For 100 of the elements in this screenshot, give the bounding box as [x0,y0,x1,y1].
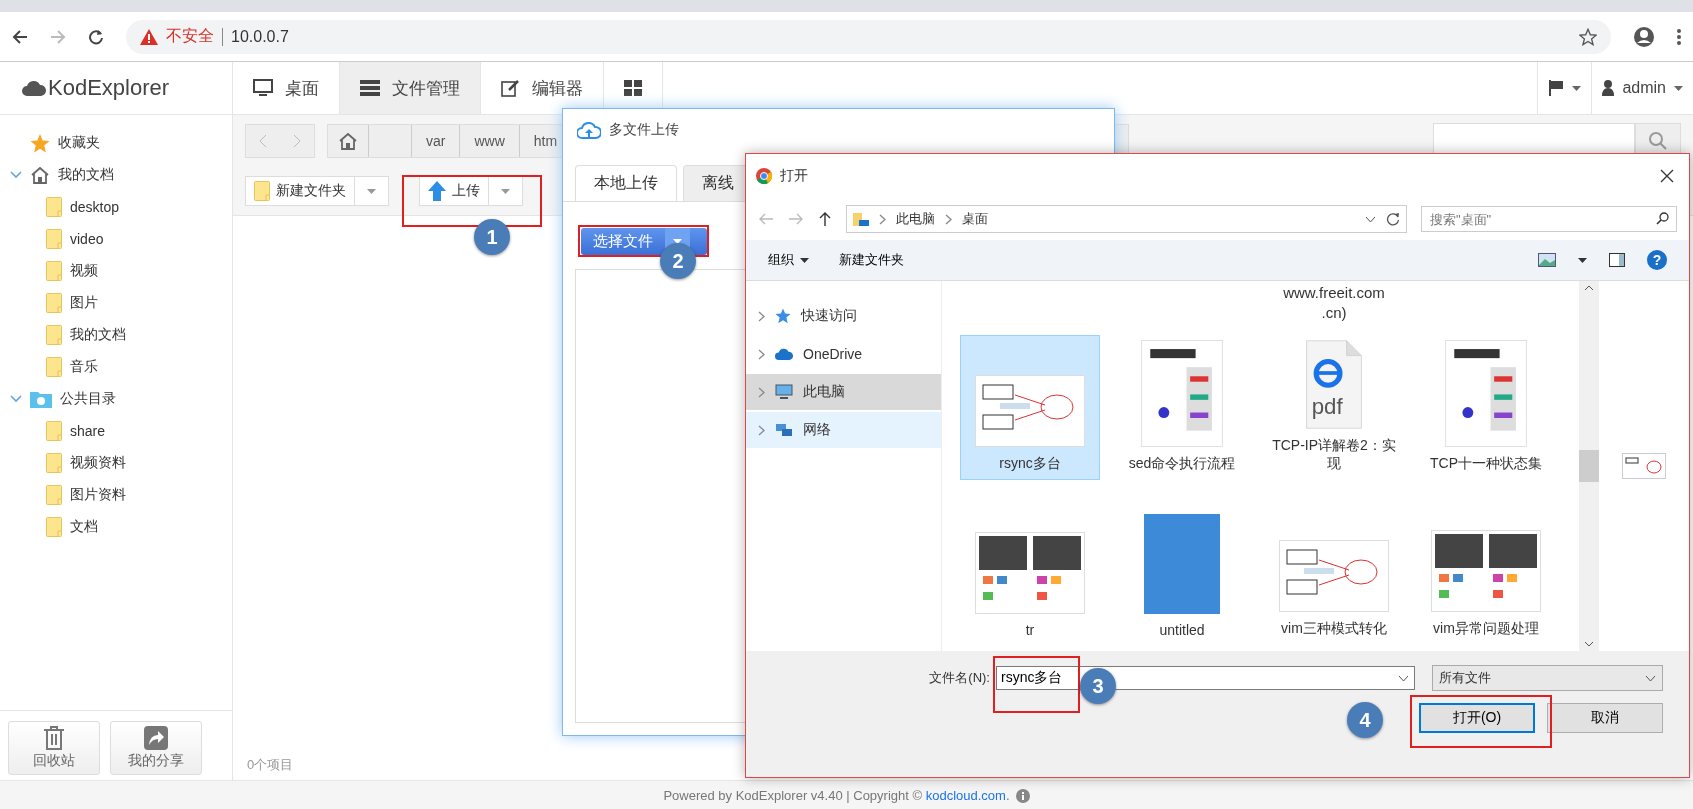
close-icon[interactable] [1660,169,1674,183]
dialog-title: 打开 [780,167,808,185]
search-icon[interactable] [1649,132,1667,150]
folder-icon [46,229,62,249]
info-icon[interactable] [1015,788,1030,803]
menu-icon[interactable] [1677,28,1681,45]
folder-icon [46,325,62,345]
computer-icon [775,384,793,400]
dialog-tab[interactable]: 本地上传 [575,165,677,201]
sidebar-item[interactable]: 收藏夹 [0,127,232,159]
upload-arrow-icon [428,181,446,201]
chevron-down-icon [1398,675,1409,682]
chevron-icon [259,134,267,148]
server-icon [360,80,380,96]
warning-icon [140,28,158,45]
cancel-button[interactable]: 取消 [1547,703,1663,733]
breadcrumb-item[interactable]: var [412,125,461,157]
sidebar-item[interactable]: 文档 [0,511,232,543]
monitor-icon [253,79,273,97]
new-folder-button[interactable]: 新建文件夹 [839,251,904,269]
sidebar-item[interactable]: share [0,415,232,447]
organize-menu[interactable]: 组织 [768,251,809,269]
back-icon[interactable] [12,28,28,45]
breadcrumb-item[interactable]: www [460,125,520,157]
caret-icon [367,188,376,194]
sidebar-button[interactable]: 我的分享 [110,721,202,775]
chevron-down-icon [1645,674,1656,682]
sidebar-label: 图片 [70,294,98,312]
nav-pane-item[interactable]: 快速访问 [746,298,941,334]
file-tile[interactable]: vim异常问题处理 [1416,500,1556,645]
reload-icon[interactable] [88,28,104,45]
file-tile[interactable]: tr [960,500,1100,645]
folder-icon [46,357,62,377]
chevron-icon [758,424,765,436]
star-icon [30,133,50,153]
sidebar-item[interactable]: 我的文档 [0,159,232,191]
user-menu[interactable]: admin [1591,62,1693,114]
sidebar-item[interactable]: 公共目录 [0,383,232,415]
sidebar-item[interactable]: 图片资料 [0,479,232,511]
folder-icon [46,261,62,281]
sidebar-item[interactable]: desktop [0,191,232,223]
file-tile[interactable]: rsync多台 [960,335,1100,480]
file-tile[interactable]: pdf TCP-IP详解卷2：实现 [1264,335,1404,480]
file-tile[interactable]: sed命令执行流程 [1112,335,1252,480]
search-icon [1656,212,1669,225]
app-logo: KodExplorer [48,75,170,101]
file-tile[interactable]: untitled [1112,500,1252,645]
address-bar[interactable]: 此电脑 桌面 [846,205,1407,233]
nav-pane-item[interactable]: OneDrive [746,336,941,372]
up-arrow-icon[interactable] [818,211,832,227]
sidebar-label: 公共目录 [60,390,116,408]
footer-link[interactable]: kodcloud.com [925,788,1006,803]
cloud-icon [22,80,46,96]
sidebar-item[interactable]: 视频 [0,255,232,287]
path-segment[interactable]: 桌面 [962,210,988,228]
address-bar[interactable]: 不安全 10.0.0.7 [126,19,1611,54]
caret-icon [1578,257,1587,263]
sidebar-button[interactable]: 回收站 [8,721,100,775]
file-type-dropdown[interactable]: 所有文件 [1432,665,1663,691]
network-icon [775,422,793,438]
file-tile[interactable]: TCP十一种状态集 [1416,335,1556,480]
nav-pane-item[interactable]: 网络 [746,412,941,448]
cloud-upload-icon [577,121,601,139]
caret-icon [1572,85,1582,91]
scroll-down-icon[interactable] [1584,641,1594,647]
chevron-icon [758,310,765,322]
folder-icon [30,390,52,408]
sidebar-item[interactable]: 音乐 [0,351,232,383]
chevron-down-icon[interactable] [1365,215,1376,223]
sidebar-item[interactable]: 我的文档 [0,319,232,351]
star-icon[interactable] [1579,27,1597,46]
url-text: 10.0.0.7 [231,27,289,46]
scroll-up-icon[interactable] [1584,285,1594,291]
path-segment[interactable]: 此电脑 [896,210,935,228]
file-tile[interactable]: vim三种模式转化 [1264,500,1404,645]
sidebar-item[interactable]: 图片 [0,287,232,319]
refresh-icon[interactable] [1386,212,1400,226]
open-button[interactable]: 打开(O) [1419,703,1535,733]
search-field[interactable]: 搜索"桌面" [1421,206,1677,232]
account-icon[interactable] [1633,25,1655,48]
help-button[interactable]: ? [1647,250,1667,270]
chevron-icon [758,386,765,398]
preview-pane-icon[interactable] [1609,253,1625,267]
caret-icon [501,188,510,194]
computer-folder-icon [853,211,869,227]
sidebar-label: 视频资料 [70,454,126,472]
folder-icon [46,293,62,313]
sidebar-item[interactable]: video [0,223,232,255]
sidebar-item[interactable]: 视频资料 [0,447,232,479]
user-icon [1602,80,1615,96]
folder-icon [46,453,62,473]
cloud-icon [775,348,793,360]
view-icon[interactable] [1538,253,1556,267]
folder-icon [46,197,62,217]
sidebar-label: video [70,231,104,247]
scrollbar-thumb[interactable] [1579,450,1599,482]
folder-icon [46,485,62,505]
nav-pane-item[interactable]: 此电脑 [746,374,941,410]
nav-tab[interactable]: 文件管理 [340,62,481,114]
star-icon [775,308,791,324]
